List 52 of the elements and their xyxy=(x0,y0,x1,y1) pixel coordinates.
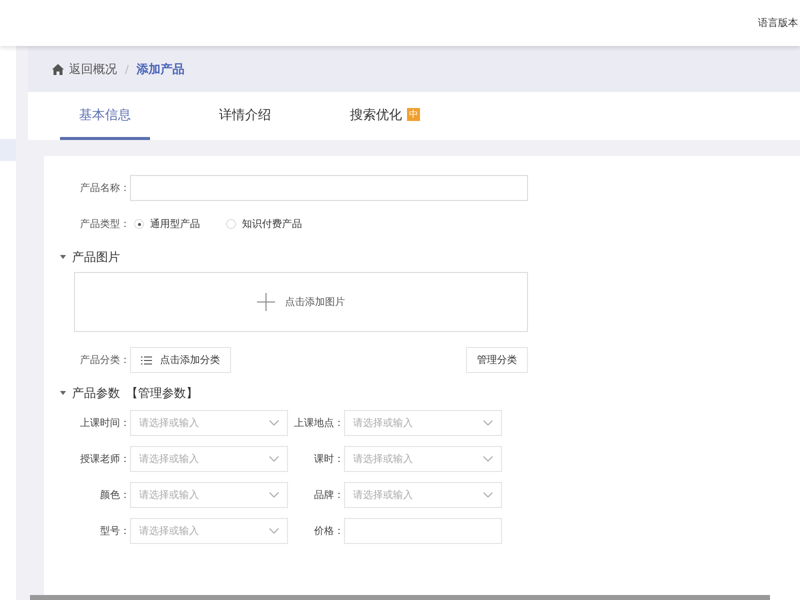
field-label: 上课时间： xyxy=(79,416,130,430)
section-title: 产品参数 xyxy=(72,384,120,402)
list-icon xyxy=(141,356,152,364)
chevron-down-icon xyxy=(269,420,279,426)
breadcrumb-separator: / xyxy=(125,62,129,76)
tab[interactable]: 基本信息 xyxy=(60,92,150,140)
input-field[interactable] xyxy=(344,518,502,544)
image-upload-area[interactable]: 点击添加图片 xyxy=(74,272,528,332)
tab[interactable]: 详情介绍 xyxy=(200,92,290,140)
field-label: 产品名称： xyxy=(79,182,130,195)
manage-category-button[interactable]: 管理分类 xyxy=(466,347,528,373)
home-icon xyxy=(52,64,64,74)
tab[interactable]: 搜索优化 中 xyxy=(340,92,430,140)
chevron-down-icon xyxy=(269,456,279,462)
field-label: 型号： xyxy=(99,524,130,538)
placeholder-text: 请选择或输入 xyxy=(139,452,199,466)
chevron-down-icon xyxy=(269,492,279,498)
chevron-down-icon xyxy=(483,456,493,462)
add-category-button[interactable]: 点击添加分类 xyxy=(130,347,231,373)
field-label: 产品分类： xyxy=(79,354,130,367)
upload-hint: 点击添加图片 xyxy=(285,296,345,309)
field-label: 颜色： xyxy=(99,488,130,502)
name-input[interactable] xyxy=(130,175,528,201)
placeholder-text: 请选择或输入 xyxy=(139,524,199,538)
tab-badge: 中 xyxy=(407,108,420,121)
plus-icon xyxy=(257,293,275,311)
radio-label: 通用型产品 xyxy=(150,218,200,231)
chevron-down-icon xyxy=(483,420,493,426)
placeholder-text: 请选择或输入 xyxy=(139,488,199,502)
radio-label: 知识付费产品 xyxy=(242,218,302,231)
field-label: 价格： xyxy=(313,524,344,538)
breadcrumb-current: 添加产品 xyxy=(136,60,185,78)
placeholder-text: 请选择或输入 xyxy=(139,416,199,430)
field-label: 品牌： xyxy=(313,489,344,502)
field-label: 上课地点： xyxy=(293,416,344,430)
radio-button[interactable] xyxy=(226,219,236,229)
placeholder-text: 请选择或输入 xyxy=(353,452,413,466)
field-label: 授课老师： xyxy=(79,452,130,466)
chevron-down-icon xyxy=(483,492,493,498)
manage-params-link[interactable]: 【管理参数】 xyxy=(126,384,198,402)
placeholder-text: 请选择或输入 xyxy=(353,488,413,502)
placeholder-text: 请选择或输入 xyxy=(353,416,413,430)
back-link[interactable]: 返回概况 xyxy=(69,60,117,78)
scrollbar[interactable] xyxy=(30,595,770,600)
field-label: 课时： xyxy=(313,452,344,466)
field-label: 产品类型： xyxy=(79,218,130,231)
caret-icon[interactable] xyxy=(60,391,66,395)
radio-button[interactable] xyxy=(134,219,144,229)
chevron-down-icon xyxy=(269,528,279,534)
section-title: 产品图片 xyxy=(72,248,120,266)
caret-icon[interactable] xyxy=(60,255,66,259)
language-link[interactable]: 语言版本 xyxy=(758,16,798,30)
